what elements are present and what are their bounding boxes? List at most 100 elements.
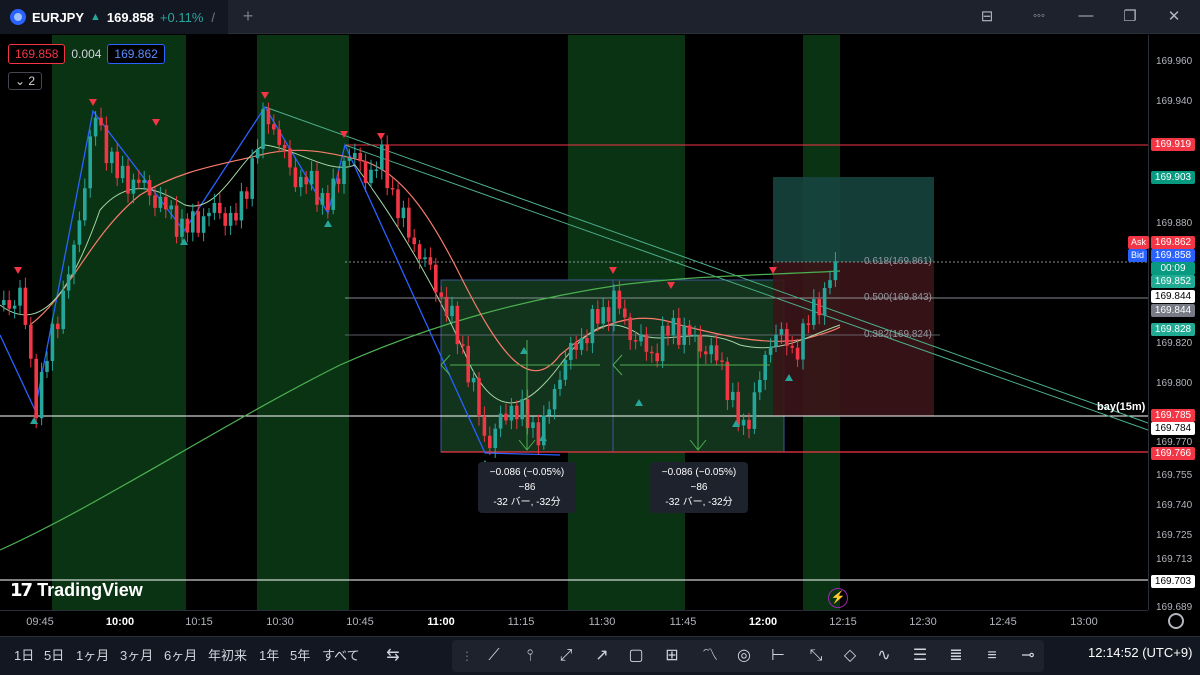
time-tick: 10:15 [185, 616, 213, 628]
measure-label-1: −0.086 (−0.05%) −86 -32 バー, -32分 [478, 462, 576, 513]
close-window-button[interactable]: ✕ [1162, 7, 1186, 25]
candle-body [434, 264, 438, 293]
horizontal-ray-tool-icon[interactable]: ⊸ [1016, 645, 1040, 667]
parallel-channel-tool-icon[interactable]: ≡ [980, 645, 1004, 667]
vertical-line-tool-icon[interactable]: ⫯ [518, 645, 542, 667]
minimize-button[interactable]: — [1074, 7, 1098, 24]
restore-button[interactable]: ❐ [1118, 7, 1142, 25]
tab-close-icon[interactable]: / [211, 10, 215, 25]
candle-body [504, 413, 508, 421]
candle-body [806, 323, 811, 325]
candle-body [342, 160, 346, 184]
lightning-icon[interactable]: ⚡ [828, 588, 848, 608]
candle-body [720, 360, 724, 362]
candle-body [309, 170, 314, 185]
range-1d[interactable]: 1日 [14, 645, 34, 664]
range-3m[interactable]: 3ヶ月 [120, 645, 153, 664]
up-arrow-icon: ▲ [90, 11, 101, 23]
candle-body [687, 325, 692, 336]
price-tick: 169.713 [1156, 554, 1193, 565]
candle-body [180, 218, 184, 237]
candle-body [104, 125, 109, 164]
price-tick: 169.725 [1156, 530, 1193, 541]
candle-body [153, 195, 157, 208]
indicator-collapse-button[interactable]: ⌄ 2 [8, 72, 43, 90]
candle-body [682, 325, 686, 345]
candle-body [245, 191, 249, 199]
candle-body [779, 329, 784, 335]
bay-label: bay(15m) [1097, 401, 1146, 413]
candle-body [731, 391, 735, 401]
zigzag-tool-icon[interactable]: ∿ [872, 645, 896, 667]
price-label-785: 169.785 [1151, 409, 1195, 422]
candle-body [66, 274, 71, 291]
candle-body [250, 158, 254, 199]
drag-handle-icon[interactable]: ⋮ [455, 645, 479, 667]
candle-body [336, 178, 341, 184]
price-chart[interactable] [0, 35, 1148, 610]
fib-tool-icon[interactable]: ≣ [944, 645, 968, 667]
new-tab-button[interactable]: + [238, 6, 258, 27]
arrow-tool-icon[interactable]: ↗ [590, 645, 614, 667]
time-axis[interactable] [0, 610, 1148, 634]
horizontal-lines-tool-icon[interactable]: ☰ [908, 645, 932, 667]
candle-body [261, 109, 265, 149]
crosshair-box-tool-icon[interactable]: ⊞ [660, 645, 684, 667]
bid-price-button[interactable]: 169.858 [8, 44, 66, 64]
tradingview-logo-icon: 𝟭𝟳 [10, 580, 33, 600]
candle-body [623, 308, 627, 318]
trend-line-tool-icon[interactable]: ⟋ [482, 645, 506, 667]
price-label-852: 169.852 [1151, 275, 1195, 288]
candle-body [288, 148, 292, 168]
range-5y[interactable]: 5年 [290, 645, 310, 664]
target-zone[interactable] [773, 177, 934, 262]
candle-body [320, 192, 325, 205]
candle-body [617, 290, 622, 309]
ask-price-button[interactable]: 169.862 [107, 44, 165, 64]
symbol-tab[interactable]: EURJPY ▲ 169.858 +0.11% / [0, 0, 228, 34]
range-6m[interactable]: 6ヶ月 [164, 645, 197, 664]
candle-body [56, 323, 60, 330]
candle-body [650, 351, 654, 354]
range-tool-icon[interactable]: ⊢ [766, 645, 790, 667]
range-1m[interactable]: 1ヶ月 [76, 645, 109, 664]
candle-body [196, 211, 200, 233]
ray-tool-icon[interactable]: ⤢ [554, 645, 578, 667]
layout-icon[interactable]: ⊟ [975, 7, 999, 25]
circle-tool-icon[interactable]: ◎ [732, 645, 756, 667]
candle-body [547, 409, 551, 416]
diamond-tool-icon[interactable]: ◇ [838, 645, 862, 667]
candle-body [266, 109, 271, 125]
range-5d[interactable]: 5日 [44, 645, 64, 664]
price-tick: 169.740 [1156, 500, 1193, 511]
fib-618-label: 0.618(169.861) [864, 256, 932, 267]
path-tool-icon[interactable]: ⤡ [804, 645, 828, 667]
candle-body [601, 307, 605, 324]
candle-body [515, 405, 519, 420]
candle-body [164, 196, 168, 210]
bid-price-label: 169.858 [1151, 249, 1195, 262]
fib-382-label: 0.382(169.824) [864, 329, 932, 340]
candle-body [709, 345, 713, 355]
candle-body [790, 345, 794, 348]
range-all[interactable]: すべて [322, 645, 360, 664]
candle-body [131, 179, 136, 194]
price-tick: 169.755 [1156, 470, 1193, 481]
candle-body [417, 244, 422, 260]
clock[interactable]: 12:14:52 (UTC+9) [1088, 645, 1192, 660]
replay-icon[interactable]: ⇆ [381, 645, 405, 667]
time-tick: 10:45 [346, 616, 374, 628]
candle-body [698, 335, 703, 352]
more-icon[interactable]: ◦◦◦ [1022, 10, 1056, 22]
chart-settings-gear-icon[interactable] [1168, 613, 1184, 629]
measure-2-line2: -32 バー, -32分 [665, 497, 733, 508]
candle-body [29, 324, 33, 359]
candle-body [77, 220, 82, 245]
rectangle-tool-icon[interactable]: ▢ [624, 645, 648, 667]
candle-body [644, 334, 649, 352]
candle-body [228, 212, 233, 226]
range-ytd[interactable]: 年初来 [208, 645, 247, 664]
elliott-wave-tool-icon[interactable]: 〽 [698, 645, 722, 667]
price-label-903: 169.903 [1151, 171, 1195, 184]
range-1y[interactable]: 1年 [259, 645, 279, 664]
